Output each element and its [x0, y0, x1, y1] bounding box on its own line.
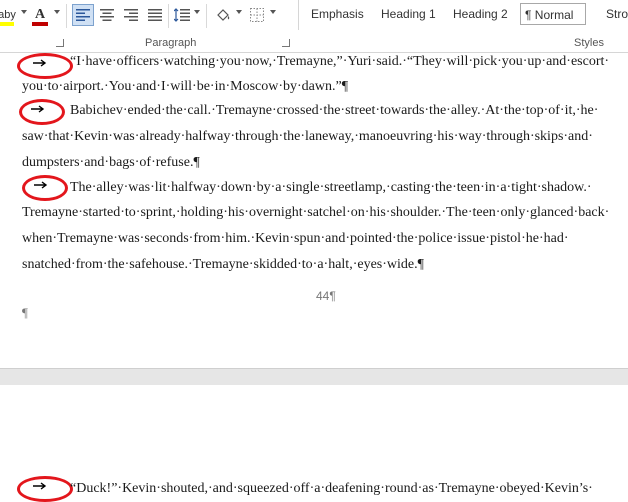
align-right-icon: [124, 9, 138, 21]
align-center-button[interactable]: [96, 4, 118, 26]
borders-dropdown-arrow[interactable]: [270, 10, 276, 14]
style-heading-1[interactable]: Heading 1: [377, 3, 440, 25]
align-right-button[interactable]: [120, 4, 142, 26]
shading-button[interactable]: [212, 4, 234, 26]
circled-tab-marker: [19, 99, 75, 125]
highlighter-icon: aby: [0, 9, 16, 21]
page-number: 44¶: [316, 289, 336, 303]
justify-button[interactable]: [144, 4, 166, 26]
ribbon-separator: [206, 4, 207, 28]
circled-tab-marker: [17, 53, 73, 79]
font-color-icon: A: [34, 7, 46, 22]
font-color-swatch: [32, 22, 48, 26]
document-page-2[interactable]: “Duck!”·Kevin·shouted,·and·squeezed·off·…: [0, 385, 628, 502]
styles-gallery: Emphasis Heading 1 Heading 2 ¶ Normal St…: [298, 0, 628, 30]
paint-bucket-icon: [217, 9, 230, 21]
highlight-dropdown-arrow[interactable]: [21, 10, 27, 14]
text-line: snatched·from·the·safehouse.·Tremayne·sk…: [22, 257, 424, 272]
text-line: you·to·airport.·You·and·I·will·be·in·Mos…: [22, 79, 349, 94]
line-spacing-icon: [174, 8, 190, 22]
line-spacing-dropdown-arrow[interactable]: [194, 10, 200, 14]
style-normal[interactable]: ¶ Normal: [520, 3, 586, 25]
shading-dropdown-arrow[interactable]: [236, 10, 242, 14]
font-dialog-launcher[interactable]: [56, 39, 64, 47]
style-emphasis[interactable]: Emphasis: [307, 3, 368, 25]
text-line: saw·that·Kevin·was·already·halfway·throu…: [22, 129, 593, 144]
text-line: when·Tremayne·was·seconds·from·him.·Kevi…: [22, 231, 569, 246]
empty-paragraph-mark: ¶: [22, 305, 28, 320]
ribbon-separator: [168, 4, 169, 28]
align-left-icon: [76, 9, 90, 21]
align-left-button[interactable]: [72, 4, 94, 26]
borders-button[interactable]: [246, 4, 268, 26]
paragraph-dialog-launcher[interactable]: [282, 39, 290, 47]
highlight-color-swatch: [0, 22, 14, 26]
borders-icon: [250, 8, 264, 22]
text-line: “I·have·officers·watching·you·now,·Trema…: [70, 54, 610, 69]
ribbon: aby A Paragraph Styles Emphasis Heading …: [0, 0, 628, 53]
text-line: Tremayne·started·to·sprint,·holding·his·…: [22, 205, 610, 220]
tab-arrow-icon: [34, 181, 48, 189]
tab-arrow-icon: [31, 105, 45, 113]
styles-group-label: Styles: [574, 37, 604, 49]
page-break-gap: [0, 368, 628, 386]
font-color-dropdown-arrow[interactable]: [54, 10, 60, 14]
text-line: The·alley·was·lit·halfway·down·by·a·sing…: [70, 180, 592, 195]
justify-icon: [148, 9, 162, 21]
circled-tab-marker: [17, 476, 73, 502]
text-line: Babichev·ended·the·call.·Tremayne·crosse…: [70, 103, 599, 118]
style-strong[interactable]: Stro: [602, 3, 628, 25]
align-center-icon: [100, 9, 114, 21]
tab-arrow-icon: [33, 482, 47, 490]
ribbon-separator: [66, 4, 67, 28]
tab-arrow-icon: [33, 59, 47, 67]
text-line: “Duck!”·Kevin·shouted,·and·squeezed·off·…: [70, 481, 593, 496]
line-spacing-button[interactable]: [172, 4, 192, 26]
paragraph-group-label: Paragraph: [145, 37, 197, 49]
document-page-1[interactable]: “I·have·officers·watching·you·now,·Trema…: [0, 53, 628, 368]
style-heading-2[interactable]: Heading 2: [449, 3, 512, 25]
text-line: dumpsters·and·bags·of·refuse.¶: [22, 155, 200, 170]
